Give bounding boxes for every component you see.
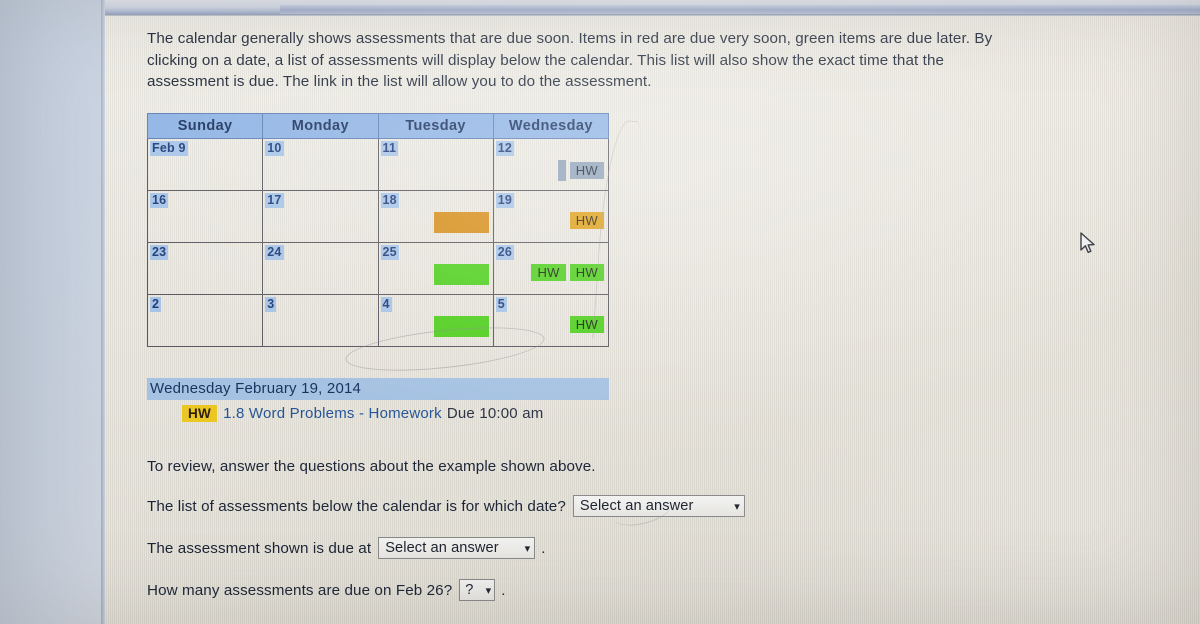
calendar-day-number[interactable]: 25 (380, 245, 399, 260)
question-1-text: The list of assessments below the calend… (147, 497, 566, 515)
calendar-week-row: 23 24 25 26 HW HW (146, 242, 610, 295)
assessment-chip[interactable]: HW (569, 162, 604, 179)
chevron-down-icon: ▾ (524, 542, 531, 555)
calendar-header-sunday: Sunday (146, 113, 264, 139)
assessment-chip[interactable]: HW (569, 264, 604, 282)
assessment-block[interactable] (433, 212, 489, 233)
calendar-day-cell[interactable]: 26 HW HW (492, 242, 610, 295)
calendar-day-number[interactable]: 16 (150, 193, 169, 208)
calendar-day-cell[interactable]: 17 (262, 190, 379, 243)
calendar-day-items: HW (494, 316, 604, 334)
calendar-day-number[interactable]: Feb 9 (150, 141, 188, 156)
calendar-body: Feb 9 10 11 12 HW 16 17 18 19 HW 23 24 25 26 HW HW 2 3 4 5 H… (146, 138, 610, 347)
calendar-day-number[interactable]: 2 (150, 297, 162, 312)
question-2-tail: . (541, 539, 546, 557)
calendar-week-row: 16 17 18 19 HW (146, 190, 610, 243)
question-3-tail: . (501, 581, 506, 599)
review-prompt-line: To review, answer the questions about th… (147, 458, 1047, 475)
question-3-dropdown[interactable]: ? ▾ (459, 579, 496, 601)
selected-date-list: Wednesday February 19, 2014 HW 1.8 Word P… (147, 378, 609, 423)
calendar-day-number[interactable]: 19 (495, 193, 515, 208)
calendar-day-cell[interactable]: 4 (377, 294, 494, 347)
calendar-day-items (379, 212, 489, 233)
calendar-day-number[interactable]: 24 (265, 245, 284, 260)
intro-section: The calendar generally shows assessments… (147, 28, 1047, 93)
calendar-day-items: HW HW (494, 264, 604, 282)
assessment-chip[interactable]: HW (531, 264, 566, 282)
calendar-day-number[interactable]: 3 (265, 297, 277, 312)
calendar-day-number[interactable]: 18 (380, 193, 399, 208)
calendar-header-monday: Monday (262, 113, 379, 139)
calendar-day-number[interactable]: 10 (265, 141, 284, 156)
calendar-day-cell[interactable]: 12 HW (492, 138, 610, 191)
assessment-due-time: Due 10:00 am (446, 405, 544, 422)
calendar-table: Sunday Monday Tuesday Wednesday Feb 9 10 1… (146, 113, 610, 347)
calendar-day-cell[interactable]: 18 (377, 190, 494, 243)
assessment-chip[interactable]: HW (569, 212, 604, 230)
calendar-day-items (379, 316, 489, 337)
calendar-week-row: 2 3 4 5 HW (146, 294, 610, 347)
question-1-dropdown-value: Select an answer (579, 498, 694, 514)
calendar-week-row: Feb 9 10 11 12 HW (146, 138, 610, 191)
selected-date-heading: Wednesday February 19, 2014 (147, 378, 609, 400)
calendar-day-items: HW (494, 212, 604, 230)
calendar-day-number[interactable]: 26 (495, 245, 515, 260)
calendar-day-number[interactable]: 12 (495, 141, 515, 156)
calendar-day-items (379, 264, 489, 285)
calendar-day-cell[interactable]: 5 HW (492, 294, 610, 347)
question-2-dropdown[interactable]: Select an answer ▾ (378, 537, 536, 559)
question-2-dropdown-value: Select an answer (385, 540, 499, 556)
calendar-day-cell[interactable]: Feb 9 (146, 138, 264, 191)
assessment-block[interactable] (433, 264, 489, 285)
calendar-day-number[interactable]: 5 (495, 297, 507, 312)
calendar-day-number[interactable]: 11 (380, 141, 399, 156)
calendar: Sunday Monday Tuesday Wednesday Feb 9 10 1… (146, 113, 610, 347)
calendar-header-tuesday: Tuesday (377, 113, 494, 139)
window-chrome-band-secondary (280, 5, 1200, 14)
question-2: The assessment shown is due at Select an… (147, 537, 1047, 559)
calendar-day-cell[interactable]: 10 (262, 138, 379, 191)
hw-tag: HW (182, 405, 218, 422)
question-1: The list of assessments below the calend… (147, 495, 1047, 517)
question-3: How many assessments are due on Feb 26? … (147, 579, 1047, 601)
question-3-dropdown-value: ? (465, 582, 474, 598)
question-3-text: How many assessments are due on Feb 26? (147, 581, 453, 599)
question-2-text: The assessment shown is due at (147, 539, 372, 557)
assessment-block[interactable] (433, 316, 489, 337)
calendar-day-cell[interactable]: 11 (377, 138, 494, 191)
calendar-header-wednesday: Wednesday (492, 113, 610, 139)
monitor-bezel-left (0, 0, 105, 624)
intro-paragraph: The calendar generally shows assessments… (147, 30, 993, 90)
calendar-day-cell[interactable]: 25 (377, 242, 494, 295)
question-1-dropdown[interactable]: Select an answer ▾ (572, 495, 745, 517)
assessment-link[interactable]: 1.8 Word Problems - Homework (223, 405, 442, 422)
calendar-day-cell[interactable]: 2 (146, 294, 264, 347)
chevron-down-icon: ▾ (734, 500, 740, 513)
calendar-day-number[interactable]: 23 (150, 245, 169, 260)
calendar-header-row: Sunday Monday Tuesday Wednesday (146, 113, 610, 139)
calendar-day-cell[interactable]: 24 (262, 242, 379, 295)
review-prompt: To review, answer the questions about th… (147, 458, 596, 475)
questions-section: To review, answer the questions about th… (147, 458, 1047, 621)
assessment-block[interactable] (557, 160, 566, 181)
assessment-list-item: HW 1.8 Word Problems - Homework Due 10:00 … (147, 404, 609, 423)
calendar-day-cell[interactable]: 16 (146, 190, 264, 243)
calendar-day-cell[interactable]: 19 HW (492, 190, 610, 243)
calendar-day-cell[interactable]: 23 (146, 242, 264, 295)
calendar-day-number[interactable]: 17 (265, 193, 284, 208)
screen-photograph: The calendar generally shows assessments… (0, 0, 1200, 624)
calendar-day-number[interactable]: 4 (380, 297, 392, 312)
calendar-day-items: HW (494, 160, 604, 181)
calendar-day-cell[interactable]: 3 (262, 294, 379, 347)
assessment-chip[interactable]: HW (569, 316, 604, 334)
chevron-down-icon: ▾ (485, 584, 492, 597)
